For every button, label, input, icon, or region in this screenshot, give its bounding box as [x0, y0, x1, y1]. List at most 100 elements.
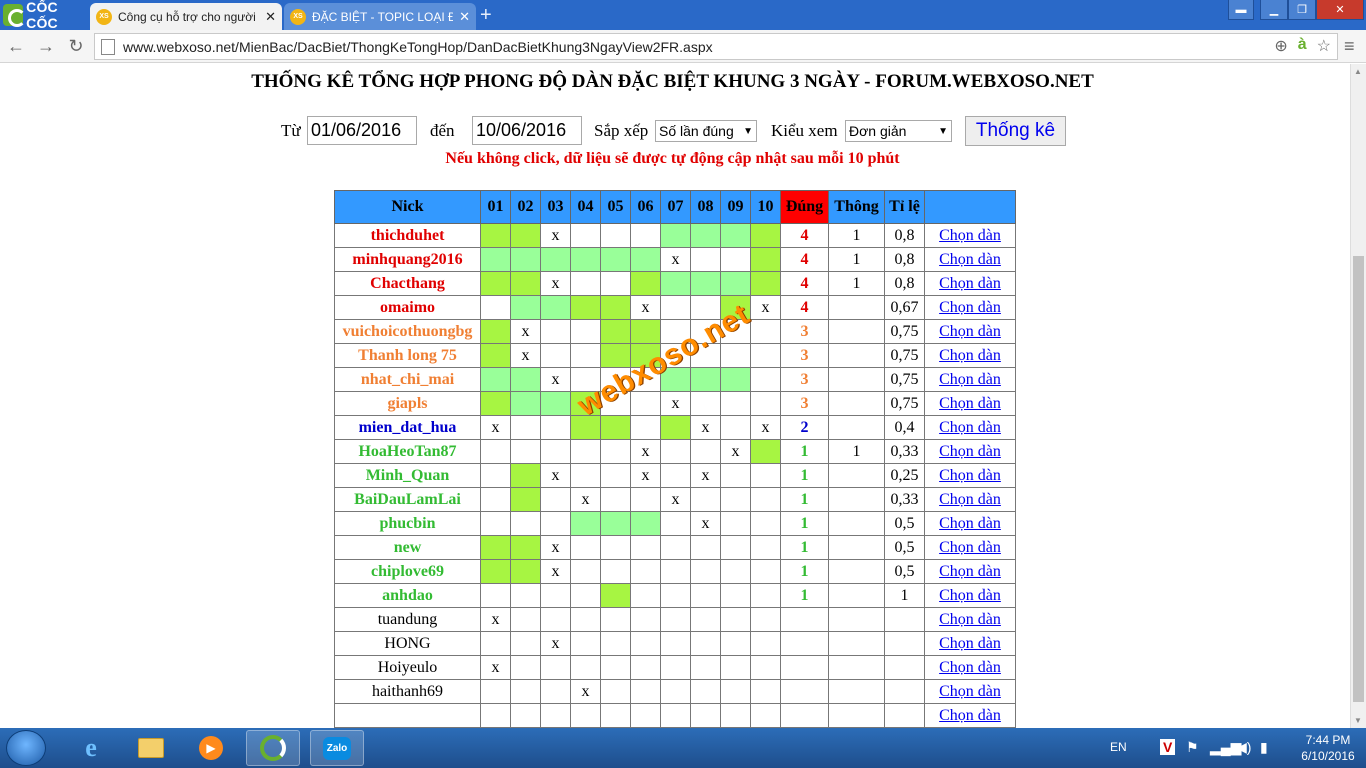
- chon-dan-link[interactable]: Chọn dàn: [939, 419, 1001, 436]
- close-window-icon[interactable]: ✕: [1316, 0, 1364, 20]
- url-bar[interactable]: www.webxoso.net/MienBac/DacBiet/ThongKeT…: [94, 33, 1338, 60]
- chon-dan-link[interactable]: Chọn dàn: [939, 371, 1001, 388]
- language-indicator[interactable]: EN: [1110, 740, 1127, 754]
- empty-cell: [690, 535, 721, 560]
- empty-cell: [630, 535, 661, 560]
- forward-arrow-icon[interactable]: →: [34, 34, 58, 58]
- chon-dan-link[interactable]: Chọn dàn: [939, 683, 1001, 700]
- chon-dan-link[interactable]: Chọn dàn: [939, 707, 1001, 724]
- windows-start-button[interactable]: [6, 730, 46, 766]
- chon-dan-link[interactable]: Chọn dàn: [939, 635, 1001, 652]
- battery-icon[interactable]: ▮: [1260, 739, 1268, 756]
- empty-cell: [750, 559, 781, 584]
- chon-dan-link[interactable]: Chọn dàn: [939, 611, 1001, 628]
- miss-cell: x: [570, 679, 601, 704]
- back-arrow-icon[interactable]: ←: [4, 34, 28, 58]
- address-toolbar: ← → ↻ www.webxoso.net/MienBac/DacBiet/Th…: [0, 30, 1366, 63]
- miss-cell: x: [540, 559, 571, 584]
- chon-dan-link[interactable]: Chọn dàn: [939, 443, 1001, 460]
- media-player-icon[interactable]: ▶: [184, 730, 238, 766]
- chon-dan-link[interactable]: Chọn dàn: [939, 563, 1001, 580]
- window-menu-icon[interactable]: ▬: [1228, 0, 1254, 20]
- chon-dan-link[interactable]: Chọn dàn: [939, 491, 1001, 508]
- dung-cell: 1: [780, 535, 829, 560]
- chon-dan-link[interactable]: Chọn dàn: [939, 299, 1001, 316]
- sort-select[interactable]: Số lần đúng ▼: [655, 120, 757, 142]
- sort-value: Số lần đúng: [659, 123, 734, 139]
- chon-dan-link[interactable]: Chọn dàn: [939, 587, 1001, 604]
- chon-dan-link[interactable]: Chọn dàn: [939, 275, 1001, 292]
- reload-icon[interactable]: ↻: [64, 34, 88, 58]
- scrollbar-thumb[interactable]: [1353, 256, 1364, 702]
- hit-cell: [630, 343, 661, 368]
- empty-cell: [660, 535, 691, 560]
- dung-cell: 1: [780, 559, 829, 584]
- dung-cell: 3: [780, 367, 829, 392]
- empty-cell: [480, 679, 511, 704]
- hit-cell: [570, 295, 601, 320]
- hit-cell: [600, 583, 631, 608]
- hit-cell: [750, 439, 781, 464]
- action-cell: Chọn dàn: [924, 679, 1016, 704]
- chon-dan-link[interactable]: Chọn dàn: [939, 227, 1001, 244]
- hit-cell: [690, 271, 721, 296]
- chon-dan-link[interactable]: Chọn dàn: [939, 515, 1001, 532]
- coccoc-logo[interactable]: CỐC CỐC: [0, 0, 88, 31]
- empty-cell: [750, 583, 781, 608]
- vertical-scrollbar[interactable]: ▲ ▼: [1350, 64, 1366, 728]
- minimize-icon[interactable]: ▁: [1260, 0, 1288, 20]
- coccoc-browser-icon[interactable]: [246, 730, 300, 766]
- empty-cell: [750, 319, 781, 344]
- chon-dan-link[interactable]: Chọn dàn: [939, 539, 1001, 556]
- action-cell: Chọn dàn: [924, 583, 1016, 608]
- close-tab-icon[interactable]: ✕: [265, 9, 276, 25]
- empty-cell: [660, 655, 691, 680]
- empty-cell: [750, 703, 781, 728]
- empty-cell: [720, 415, 751, 440]
- hit-cell: [510, 535, 541, 560]
- chon-dan-link[interactable]: Chọn dàn: [939, 323, 1001, 340]
- zoom-icon[interactable]: ⊕: [1274, 36, 1287, 56]
- to-date-input[interactable]: 10/06/2016: [472, 116, 582, 145]
- new-tab-icon[interactable]: +: [480, 4, 492, 27]
- hit-cell: [480, 391, 511, 416]
- empty-cell: [660, 583, 691, 608]
- nick-cell: anhdao: [334, 583, 481, 608]
- chon-dan-link[interactable]: Chọn dàn: [939, 659, 1001, 676]
- empty-cell: [570, 439, 601, 464]
- empty-cell: [480, 487, 511, 512]
- dung-cell: 4: [780, 247, 829, 272]
- col-header-day: 05: [600, 190, 631, 224]
- flag-icon[interactable]: ⚑: [1186, 739, 1199, 756]
- hit-cell: [720, 295, 751, 320]
- empty-cell: [600, 487, 631, 512]
- zalo-icon[interactable]: Zalo: [310, 730, 364, 766]
- translate-icon[interactable]: à: [1298, 36, 1307, 56]
- chon-dan-link[interactable]: Chọn dàn: [939, 467, 1001, 484]
- empty-cell: [690, 391, 721, 416]
- close-tab-icon[interactable]: ✕: [459, 9, 470, 25]
- chon-dan-link[interactable]: Chọn dàn: [939, 251, 1001, 268]
- file-explorer-icon[interactable]: [124, 730, 178, 766]
- tab-dac-biet[interactable]: XS ĐẶC BIỆT - TOPIC LOẠI ĐẶ ✕: [284, 3, 476, 30]
- bookmark-star-icon[interactable]: ☆: [1317, 36, 1331, 56]
- chon-dan-link[interactable]: Chọn dàn: [939, 347, 1001, 364]
- from-date-input[interactable]: 01/06/2016: [307, 116, 417, 145]
- clock[interactable]: 7:44 PM 6/10/2016: [1298, 732, 1358, 764]
- tab-cong-cu[interactable]: XS Công cụ hỗ trợ cho người ✕: [90, 3, 282, 30]
- empty-cell: [600, 631, 631, 656]
- thong-ke-button[interactable]: Thống kê: [965, 116, 1066, 146]
- empty-cell: [600, 703, 631, 728]
- scroll-down-icon[interactable]: ▼: [1354, 716, 1362, 725]
- restore-icon[interactable]: ❐: [1288, 0, 1316, 20]
- hit-cell: [540, 295, 571, 320]
- chon-dan-link[interactable]: Chọn dàn: [939, 395, 1001, 412]
- internet-explorer-icon[interactable]: e: [64, 730, 118, 766]
- hit-cell: [690, 367, 721, 392]
- browser-menu-icon[interactable]: ≡: [1344, 36, 1355, 57]
- scroll-up-icon[interactable]: ▲: [1354, 67, 1362, 76]
- antivirus-icon[interactable]: V: [1160, 739, 1176, 755]
- table-row: phucbin x 1 0,5 Chọn dàn: [334, 511, 1016, 536]
- volume-icon[interactable]: ◀): [1236, 739, 1251, 756]
- view-select[interactable]: Đơn giản ▼: [845, 120, 952, 142]
